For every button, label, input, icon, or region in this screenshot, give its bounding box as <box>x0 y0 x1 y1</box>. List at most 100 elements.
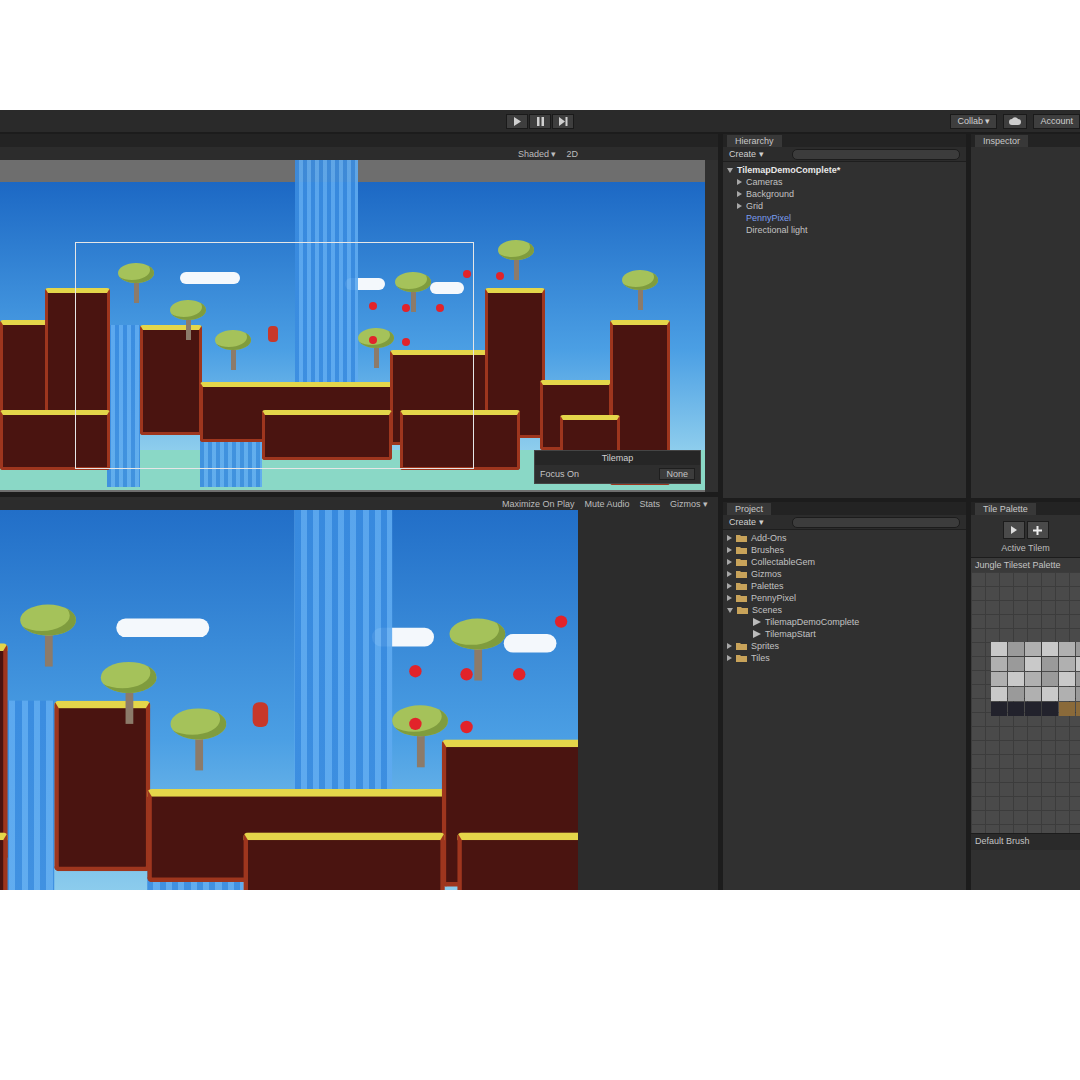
tile[interactable] <box>1008 642 1024 656</box>
tile[interactable] <box>1025 642 1041 656</box>
shading-dropdown[interactable]: Shaded ▾ <box>518 149 557 159</box>
play-button[interactable] <box>506 114 528 129</box>
gem <box>369 302 377 310</box>
tile[interactable] <box>1042 642 1058 656</box>
hierarchy-item[interactable]: Grid <box>727 200 962 212</box>
scene-asset-row[interactable]: TilemapDemoComplete <box>727 616 962 628</box>
tree-canopy <box>622 270 658 290</box>
folder-row[interactable]: Scenes <box>727 604 962 616</box>
inspector-tab-bar: Inspector <box>971 134 1080 147</box>
scene-asset-row[interactable]: TilemapStart <box>727 628 962 640</box>
folder-icon <box>737 606 748 614</box>
create-dropdown[interactable]: Create ▾ <box>729 517 764 527</box>
brush-dropdown[interactable]: Default Brush <box>971 833 1080 850</box>
expand-icon[interactable] <box>727 655 732 661</box>
player-character[interactable] <box>268 326 278 342</box>
expand-icon[interactable] <box>737 191 742 197</box>
folder-label: Sprites <box>751 641 779 651</box>
tree <box>215 330 251 370</box>
tile[interactable] <box>1042 672 1058 686</box>
account-button[interactable]: Account <box>1033 114 1080 129</box>
hierarchy-item[interactable]: Directional light <box>727 224 962 236</box>
tile[interactable] <box>1059 702 1075 716</box>
tile[interactable] <box>1008 657 1024 671</box>
2d-toggle[interactable]: 2D <box>566 149 578 159</box>
palette-dropdown[interactable]: Jungle Tileset Palette <box>971 557 1080 572</box>
tile[interactable] <box>991 657 1007 671</box>
tile[interactable] <box>1025 702 1041 716</box>
tile[interactable] <box>1076 642 1080 656</box>
tile[interactable] <box>1076 702 1080 716</box>
tile[interactable] <box>1042 687 1058 701</box>
folder-row[interactable]: CollectableGem <box>727 556 962 568</box>
paint-tool[interactable] <box>1027 521 1049 539</box>
expand-icon[interactable] <box>727 583 732 589</box>
tree-canopy <box>215 330 251 350</box>
expand-icon[interactable] <box>727 571 732 577</box>
folder-row[interactable]: Add-Ons <box>727 532 962 544</box>
tile[interactable] <box>1059 642 1075 656</box>
collab-button[interactable]: Collab ▾ <box>950 114 997 129</box>
expand-icon[interactable] <box>727 595 732 601</box>
game-option[interactable]: Maximize On Play <box>502 499 575 509</box>
tile[interactable] <box>1042 657 1058 671</box>
tile[interactable] <box>1025 657 1041 671</box>
game-option[interactable]: Gizmos ▾ <box>670 499 708 509</box>
tile[interactable] <box>1076 657 1080 671</box>
inspector-tab[interactable]: Inspector <box>975 135 1028 147</box>
tile[interactable] <box>1025 672 1041 686</box>
tile[interactable] <box>1042 702 1058 716</box>
folder-row[interactable]: PennyPixel <box>727 592 962 604</box>
game-toolbar: Maximize On Play Mute Audio Stats Gizmos ▾ <box>0 497 718 510</box>
tile[interactable] <box>991 672 1007 686</box>
tile[interactable] <box>1076 687 1080 701</box>
expand-icon[interactable] <box>727 535 732 541</box>
create-dropdown[interactable]: Create ▾ <box>729 149 764 159</box>
game-canvas[interactable] <box>0 510 578 890</box>
tile[interactable] <box>991 687 1007 701</box>
tile[interactable] <box>1059 657 1075 671</box>
tile[interactable] <box>1025 687 1041 701</box>
scene-canvas[interactable]: TilemapFocus OnNone <box>0 160 705 492</box>
tile[interactable] <box>991 642 1007 656</box>
folder-row[interactable]: Brushes <box>727 544 962 556</box>
tile[interactable] <box>1008 672 1024 686</box>
hierarchy-item[interactable]: PennyPixel <box>727 212 962 224</box>
game-option[interactable]: Mute Audio <box>584 499 629 509</box>
palette-tab[interactable]: Tile Palette <box>975 503 1036 515</box>
palette-canvas[interactable] <box>971 572 1080 833</box>
scene-row[interactable]: TilemapDemoComplete* <box>727 164 962 176</box>
project-search[interactable] <box>792 517 960 528</box>
tile[interactable] <box>1008 702 1024 716</box>
hierarchy-item[interactable]: Background <box>727 188 962 200</box>
arrow-icon <box>1010 526 1018 534</box>
tile[interactable] <box>1059 672 1075 686</box>
pause-button[interactable] <box>529 114 551 129</box>
game-option[interactable]: Stats <box>639 499 660 509</box>
tile[interactable] <box>991 702 1007 716</box>
cloud-button[interactable] <box>1003 114 1027 129</box>
expand-icon[interactable] <box>727 643 732 649</box>
inspector-panel: Inspector <box>971 134 1080 498</box>
folder-row[interactable]: Gizmos <box>727 568 962 580</box>
expand-icon[interactable] <box>727 168 733 173</box>
folder-row[interactable]: Palettes <box>727 580 962 592</box>
folder-row[interactable]: Tiles <box>727 652 962 664</box>
expand-icon[interactable] <box>727 559 732 565</box>
tile[interactable] <box>1076 672 1080 686</box>
expand-icon[interactable] <box>737 203 742 209</box>
project-tab[interactable]: Project <box>727 503 771 515</box>
expand-icon[interactable] <box>737 179 742 185</box>
step-button[interactable] <box>552 114 574 129</box>
select-tool[interactable] <box>1003 521 1025 539</box>
hierarchy-item[interactable]: Cameras <box>727 176 962 188</box>
focus-dropdown[interactable]: None <box>659 468 695 480</box>
hierarchy-tab[interactable]: Hierarchy <box>727 135 782 147</box>
terrain-block <box>0 832 8 890</box>
tile[interactable] <box>1059 687 1075 701</box>
expand-icon[interactable] <box>727 608 733 613</box>
hierarchy-search[interactable] <box>792 149 960 160</box>
folder-row[interactable]: Sprites <box>727 640 962 652</box>
expand-icon[interactable] <box>727 547 732 553</box>
tile[interactable] <box>1008 687 1024 701</box>
